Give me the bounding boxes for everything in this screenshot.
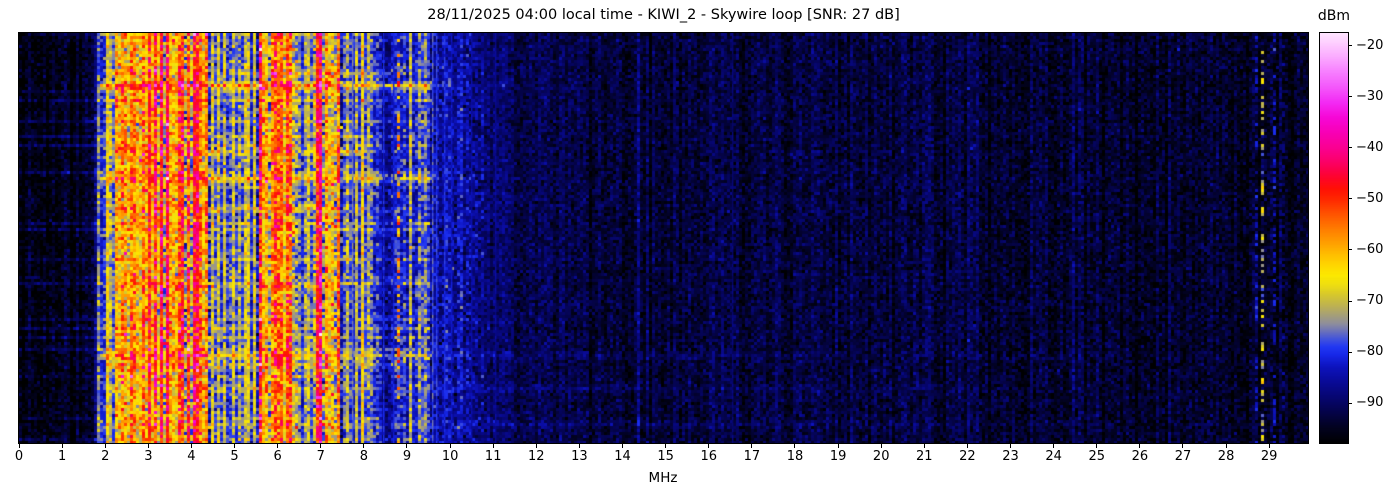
x-tick-label: 4 [187, 449, 196, 464]
x-tick-label: 24 [1045, 449, 1062, 464]
colorbar-tick-label: −70 [1356, 293, 1384, 309]
x-tick-label: 29 [1260, 449, 1278, 464]
x-tick-label: 11 [484, 449, 502, 464]
x-tick-label: 14 [614, 449, 631, 464]
x-tick-label: 1 [57, 449, 67, 464]
x-tick-label: 25 [1088, 449, 1106, 464]
x-tick-mark [18, 444, 20, 448]
x-tick-mark [234, 444, 236, 448]
colorbar-tick-label: −80 [1356, 344, 1384, 360]
colorbar-gradient-canvas [1320, 33, 1348, 443]
x-tick-mark [147, 444, 149, 448]
colorbar-tick-mark [1348, 249, 1352, 251]
x-tick-label: 10 [441, 449, 459, 464]
x-tick-label: 18 [786, 449, 804, 464]
x-tick-mark [1096, 444, 1098, 448]
x-tick-label: 22 [959, 449, 976, 464]
colorbar-unit-label: dBm [1317, 8, 1351, 24]
x-tick-mark [363, 444, 365, 448]
x-tick-label: 21 [916, 449, 933, 464]
x-tick-label: 5 [230, 449, 239, 464]
x-tick-label: 26 [1131, 449, 1149, 464]
x-tick-label: 8 [359, 449, 369, 464]
x-tick-label: 27 [1174, 449, 1192, 464]
colorbar-tick-mark [1348, 300, 1352, 302]
x-tick-label: 17 [743, 449, 761, 464]
x-tick-mark [1182, 444, 1184, 448]
x-tick-label: 23 [1002, 449, 1019, 464]
x-tick-label: 28 [1217, 449, 1235, 464]
colorbar-tick-label: −50 [1356, 190, 1384, 206]
plot-area [18, 32, 1309, 444]
colorbar-tick-mark [1348, 402, 1352, 404]
x-axis-label: MHz [648, 470, 678, 486]
x-tick-mark [622, 444, 624, 448]
x-tick-label: 13 [571, 449, 588, 464]
colorbar [1319, 32, 1349, 444]
x-tick-mark [1268, 444, 1270, 448]
colorbar-tick-mark [1348, 96, 1352, 98]
x-tick-mark [277, 444, 279, 448]
colorbar-tick-label: −30 [1356, 88, 1384, 104]
x-tick-label: 12 [528, 449, 545, 464]
colorbar-tick-label: −40 [1356, 139, 1384, 155]
x-tick-mark [320, 444, 322, 448]
spectrogram-canvas [19, 33, 1308, 443]
spectrogram-figure: { "title": "28/11/2025 04:00 local time … [0, 0, 1400, 500]
x-tick-mark [923, 444, 925, 448]
x-tick-mark [1225, 444, 1227, 448]
x-tick-label: 3 [144, 449, 153, 464]
colorbar-tick-label: −60 [1356, 241, 1384, 257]
x-tick-label: 16 [700, 449, 718, 464]
chart-title: 28/11/2025 04:00 local time - KIWI_2 - S… [427, 7, 900, 23]
x-tick-label: 15 [657, 449, 674, 464]
x-tick-mark [966, 444, 968, 448]
x-tick-label: 6 [273, 449, 282, 464]
x-tick-mark [665, 444, 667, 448]
x-tick-label: 0 [14, 449, 24, 464]
colorbar-tick-mark [1348, 351, 1352, 353]
x-tick-mark [880, 444, 882, 448]
x-tick-mark [492, 444, 494, 448]
colorbar-tick-label: −20 [1356, 37, 1384, 53]
colorbar-tick-mark [1348, 147, 1352, 149]
x-tick-mark [578, 444, 580, 448]
x-tick-mark [406, 444, 408, 448]
x-tick-mark [104, 444, 106, 448]
x-tick-label: 9 [402, 449, 412, 464]
x-tick-mark [190, 444, 192, 448]
x-tick-mark [1053, 444, 1055, 448]
x-tick-mark [751, 444, 753, 448]
x-tick-mark [1010, 444, 1012, 448]
colorbar-tick-mark [1348, 45, 1352, 47]
x-tick-label: 20 [872, 449, 890, 464]
x-tick-mark [449, 444, 451, 448]
x-tick-label: 19 [829, 449, 847, 464]
x-tick-mark [837, 444, 839, 448]
x-tick-label: 2 [101, 449, 110, 464]
x-tick-mark [1139, 444, 1141, 448]
x-tick-mark [708, 444, 710, 448]
colorbar-tick-mark [1348, 198, 1352, 200]
x-tick-label: 7 [316, 449, 325, 464]
x-tick-mark [61, 444, 63, 448]
x-tick-mark [535, 444, 537, 448]
x-tick-mark [794, 444, 796, 448]
colorbar-tick-label: −90 [1356, 395, 1384, 411]
